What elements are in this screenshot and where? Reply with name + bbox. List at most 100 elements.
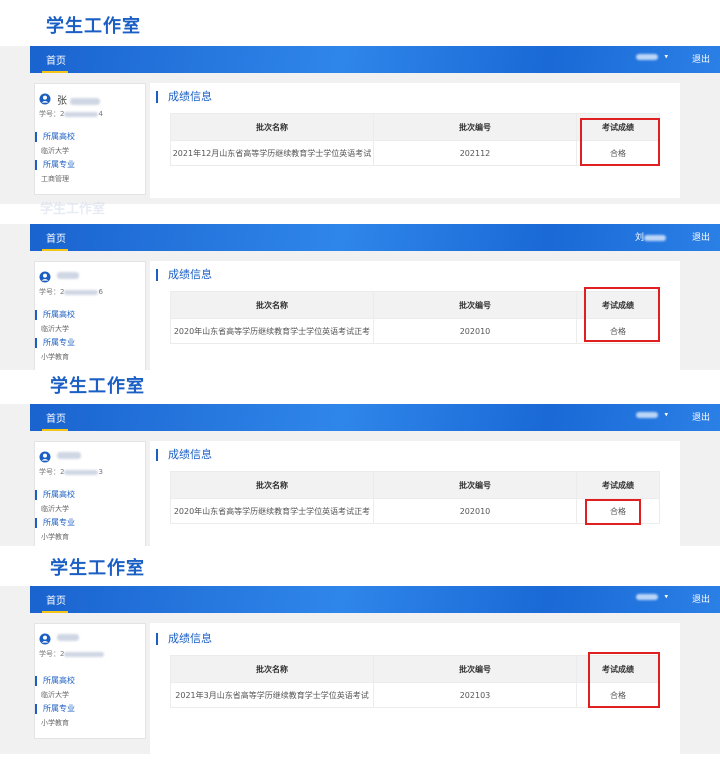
nav-home-link[interactable]: 首页	[46, 52, 66, 67]
screenshot-panel-3: 首页 ▾ 退出 学号：2 3 所属高校 临沂大学 所属专业 小学教育 成绩信息 批…	[0, 404, 720, 546]
top-navbar: 首页 ▾ 退出	[30, 404, 720, 431]
grades-card: 成绩信息 批次名称 批次编号 考试成绩 2020年山东省高等学历继续教育学士学位…	[150, 261, 680, 370]
col-result: 考试成绩	[576, 471, 660, 499]
major-section-label: 所属专业	[35, 704, 75, 714]
user-name: 张	[57, 92, 101, 107]
user-name	[57, 270, 79, 281]
col-batch-name: 批次名称	[170, 291, 374, 319]
top-navbar: 首页 ▾ 退出	[30, 586, 720, 613]
nav-home-link[interactable]: 首页	[46, 592, 66, 607]
screenshot-panel-1: 首页 ▾ 退出 张 学号：2 4 所属高校 临沂大学 所属专业 工商管理 成绩信息…	[0, 46, 720, 204]
table-header-row: 批次名称 批次编号 考试成绩	[170, 291, 660, 319]
user-info-card: 学号：2 6 所属高校 临沂大学 所属专业 小学教育	[34, 261, 146, 370]
table-row: 2021年3月山东省高等学历继续教育学士学位英语考试 202103 合格	[170, 682, 660, 708]
school-section-label: 所属高校	[35, 310, 75, 320]
grades-table: 批次名称 批次编号 考试成绩 2020年山东省高等学历继续教育学士学位英语考试正…	[170, 291, 660, 344]
user-name	[57, 632, 79, 643]
user-info-card: 学号：2 3 所属高校 临沂大学 所属专业 小学教育	[34, 441, 146, 546]
major-value: 小学教育	[41, 353, 69, 361]
student-id: 学号：2	[39, 649, 105, 659]
logout-link[interactable]: 退出	[692, 410, 710, 423]
grades-title: 成绩信息	[156, 269, 212, 281]
nav-active-indicator	[42, 611, 68, 613]
nav-user-menu[interactable]: ▾	[636, 52, 668, 62]
nav-user-menu[interactable]: 刘	[635, 230, 672, 243]
batch-name-cell: 2021年12月山东省高等学历继续教育学士学位英语考试	[170, 140, 374, 166]
logout-link[interactable]: 退出	[692, 52, 710, 65]
brand-title-fragment: 学生工作室	[40, 202, 106, 217]
school-value: 临沂大学	[41, 325, 69, 333]
batch-no-cell: 202010	[373, 318, 577, 344]
col-batch-no: 批次编号	[373, 655, 577, 683]
grades-title: 成绩信息	[156, 91, 212, 103]
grades-table: 批次名称 批次编号 考试成绩 2021年12月山东省高等学历继续教育学士学位英语…	[170, 113, 660, 166]
major-section-label: 所属专业	[35, 338, 75, 348]
col-batch-name: 批次名称	[170, 471, 374, 499]
batch-no-cell: 202112	[373, 140, 577, 166]
top-navbar: 首页 ▾ 退出	[30, 46, 720, 73]
table-header-row: 批次名称 批次编号 考试成绩	[170, 471, 660, 499]
table-row: 2020年山东省高等学历继续教育学士学位英语考试正考 202010 合格	[170, 498, 660, 524]
grades-title: 成绩信息	[156, 633, 212, 645]
user-icon	[39, 93, 51, 105]
student-id: 学号：2 3	[39, 468, 103, 476]
result-cell: 合格	[576, 140, 660, 166]
brand-title: 学生工作室	[50, 376, 145, 397]
table-row: 2021年12月山东省高等学历继续教育学士学位英语考试 202112 合格	[170, 140, 660, 166]
school-section-label: 所属高校	[35, 490, 75, 500]
batch-name-cell: 2021年3月山东省高等学历继续教育学士学位英语考试	[170, 682, 374, 708]
table-row: 2020年山东省高等学历继续教育学士学位英语考试正考 202010 合格	[170, 318, 660, 344]
major-section-label: 所属专业	[35, 518, 75, 528]
user-icon	[39, 271, 51, 283]
table-header-row: 批次名称 批次编号 考试成绩	[170, 655, 660, 683]
grades-card: 成绩信息 批次名称 批次编号 考试成绩 2020年山东省高等学历继续教育学士学位…	[150, 441, 680, 546]
school-section-label: 所属高校	[35, 676, 75, 686]
nav-active-indicator	[42, 429, 68, 431]
col-batch-no: 批次编号	[373, 471, 577, 499]
brand-title: 学生工作室	[50, 558, 145, 579]
user-icon	[39, 633, 51, 645]
grades-title: 成绩信息	[156, 449, 212, 461]
result-cell: 合格	[576, 498, 660, 524]
batch-name-cell: 2020年山东省高等学历继续教育学士学位英语考试正考	[170, 498, 374, 524]
grades-card: 成绩信息 批次名称 批次编号 考试成绩 2021年12月山东省高等学历继续教育学…	[150, 83, 680, 198]
batch-no-cell: 202103	[373, 682, 577, 708]
batch-no-cell: 202010	[373, 498, 577, 524]
screenshot-panel-2: 首页 刘 退出 学号：2 6 所属高校 临沂大学 所属专业 小学教育 成绩信息 批…	[0, 224, 720, 370]
col-batch-name: 批次名称	[170, 113, 374, 141]
screenshot-panel-4: 首页 ▾ 退出 学号：2 所属高校 临沂大学 所属专业 小学教育 成绩信息 批次…	[0, 586, 720, 754]
col-result: 考试成绩	[576, 655, 660, 683]
user-icon	[39, 451, 51, 463]
school-value: 临沂大学	[41, 691, 69, 699]
col-result: 考试成绩	[576, 113, 660, 141]
grades-card: 成绩信息 批次名称 批次编号 考试成绩 2021年3月山东省高等学历继续教育学士…	[150, 623, 680, 754]
student-id: 学号：2 6	[39, 288, 103, 296]
school-section-label: 所属高校	[35, 132, 75, 142]
major-section-label: 所属专业	[35, 160, 75, 170]
chevron-down-icon: ▾	[664, 592, 668, 601]
major-value: 小学教育	[41, 533, 69, 541]
col-result: 考试成绩	[576, 291, 660, 319]
logout-link[interactable]: 退出	[692, 230, 710, 243]
nav-user-menu[interactable]: ▾	[636, 410, 668, 420]
major-value: 工商管理	[41, 175, 69, 183]
school-value: 临沂大学	[41, 505, 69, 513]
batch-name-cell: 2020年山东省高等学历继续教育学士学位英语考试正考	[170, 318, 374, 344]
user-name	[57, 450, 81, 461]
chevron-down-icon: ▾	[664, 410, 668, 419]
major-value: 小学教育	[41, 719, 69, 727]
nav-home-link[interactable]: 首页	[46, 230, 66, 245]
grades-table: 批次名称 批次编号 考试成绩 2020年山东省高等学历继续教育学士学位英语考试正…	[170, 471, 660, 524]
user-info-card: 学号：2 所属高校 临沂大学 所属专业 小学教育	[34, 623, 146, 739]
nav-user-menu[interactable]: ▾	[636, 592, 668, 602]
grades-table: 批次名称 批次编号 考试成绩 2021年3月山东省高等学历继续教育学士学位英语考…	[170, 655, 660, 708]
logout-link[interactable]: 退出	[692, 592, 710, 605]
table-header-row: 批次名称 批次编号 考试成绩	[170, 113, 660, 141]
user-info-card: 张 学号：2 4 所属高校 临沂大学 所属专业 工商管理	[34, 83, 146, 195]
nav-home-link[interactable]: 首页	[46, 410, 66, 425]
top-navbar: 首页 刘 退出	[30, 224, 720, 251]
col-batch-name: 批次名称	[170, 655, 374, 683]
result-cell: 合格	[576, 682, 660, 708]
brand-title: 学生工作室	[46, 16, 141, 37]
col-batch-no: 批次编号	[373, 291, 577, 319]
